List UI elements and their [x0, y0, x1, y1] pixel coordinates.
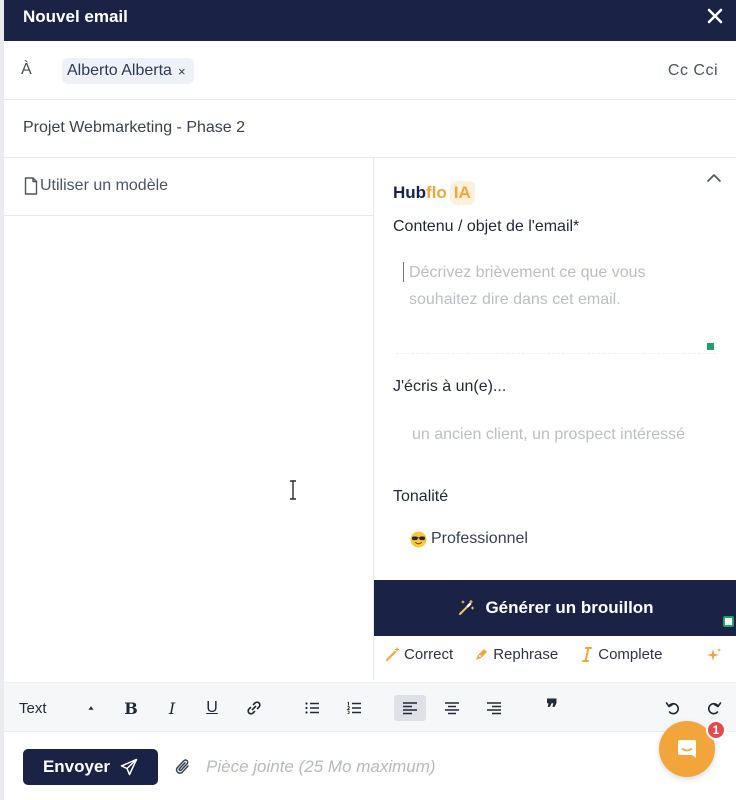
numbered-list-icon[interactable] — [343, 695, 365, 721]
remove-recipient-icon[interactable]: × — [178, 64, 186, 79]
compose-email-modal: Nouvel email À Alberto Alberta × Cc Cci … — [4, 0, 736, 800]
cc-cci-toggle[interactable]: Cc Cci — [668, 62, 718, 80]
generate-draft-button[interactable]: Générer un brouillon — [374, 580, 736, 636]
redo-icon[interactable] — [703, 695, 725, 721]
send-button[interactable]: Envoyer — [23, 749, 158, 785]
link-icon[interactable] — [243, 695, 265, 721]
correct-label: Correct — [404, 646, 454, 663]
recipient-type-label: J'écris à un(e)... — [393, 378, 507, 395]
subject-row[interactable]: Projet Webmarketing - Phase 2 — [4, 100, 736, 158]
tone-select[interactable]: Professionnel — [410, 530, 528, 548]
use-template-button[interactable]: Utiliser un modèle — [4, 158, 373, 216]
notification-badge: 1 — [706, 720, 726, 740]
hubflo-ia-logo: Hub flo IA — [393, 181, 475, 205]
ai-assistant-panel: Hub flo IA Contenu / objet de l'email* D… — [373, 158, 736, 680]
text-style-dropdown[interactable]: Text — [19, 695, 59, 721]
text-cursor-icon — [582, 647, 593, 662]
ai-quick-actions: Correct Rephrase Complete — [385, 646, 662, 663]
status-indicator — [723, 616, 734, 627]
content-placeholder: Décrivez brièvement ce que vous souhaite… — [409, 264, 646, 308]
blockquote-button[interactable]: ❞ — [541, 695, 563, 721]
subject-field[interactable]: Projet Webmarketing - Phase 2 — [23, 119, 245, 137]
complete-label: Complete — [598, 646, 663, 663]
caret-up-icon[interactable] — [84, 695, 98, 721]
tone-value: Professionnel — [431, 530, 528, 547]
recipient-chip-name: Alberto Alberta — [67, 62, 172, 79]
use-template-label: Utiliser un modèle — [40, 177, 169, 194]
logo-hub-text: Hub — [393, 183, 427, 202]
chat-bubble-icon — [678, 740, 696, 758]
text-caret — [403, 262, 404, 282]
textarea-resize-handle[interactable] — [707, 343, 714, 350]
complete-button[interactable]: Complete — [579, 646, 662, 663]
paper-plane-icon — [120, 758, 138, 776]
undo-icon[interactable] — [662, 695, 684, 721]
send-label: Envoyer — [42, 757, 111, 776]
to-label: À — [21, 61, 32, 78]
magic-wand-icon — [459, 599, 475, 615]
align-left-icon[interactable] — [394, 695, 426, 721]
editor-pane: Utiliser un modèle — [4, 158, 373, 680]
italic-button[interactable]: I — [161, 695, 183, 721]
align-center-icon[interactable] — [441, 695, 463, 721]
text-cursor-icon — [290, 480, 296, 500]
sparkle-icon[interactable] — [706, 647, 722, 663]
content-textarea[interactable]: Décrivez brièvement ce que vous souhaite… — [396, 250, 716, 354]
recipient-chip[interactable]: Alberto Alberta × — [62, 58, 194, 84]
content-label: Contenu / objet de l'email* — [393, 218, 580, 235]
formatting-toolbar: Text B I U ❞ — [4, 682, 736, 732]
email-body-editor[interactable] — [4, 216, 373, 680]
attachment-hint: Pièce jointe (25 Mo maximum) — [206, 757, 436, 776]
chevron-up-icon[interactable] — [706, 172, 722, 184]
paperclip-icon[interactable] — [174, 757, 192, 777]
modal-title: Nouvel email — [23, 7, 128, 26]
correct-button[interactable]: Correct — [385, 646, 453, 663]
recipient-type-input[interactable] — [396, 420, 716, 450]
logo-ia-badge: IA — [449, 181, 475, 205]
logo-flo-text: flo — [426, 183, 447, 202]
magic-wand-icon — [385, 647, 400, 662]
tone-label: Tonalité — [393, 488, 449, 505]
rephrase-label: Rephrase — [493, 646, 559, 663]
pen-nib-icon — [476, 649, 488, 660]
sunglasses-emoji-icon — [410, 531, 427, 547]
modal-header: Nouvel email — [4, 0, 736, 41]
close-icon[interactable] — [704, 5, 726, 27]
generate-draft-label: Générer un brouillon — [485, 598, 654, 617]
document-icon — [24, 177, 38, 195]
underline-button[interactable]: U — [201, 695, 223, 721]
bulleted-list-icon[interactable] — [301, 695, 323, 721]
compose-footer: Envoyer Pièce jointe (25 Mo maximum) — [4, 732, 736, 800]
align-right-icon[interactable] — [483, 695, 505, 721]
bold-button[interactable]: B — [120, 695, 142, 721]
recipients-row[interactable]: À Alberto Alberta × Cc Cci — [4, 41, 736, 100]
rephrase-button[interactable]: Rephrase — [474, 646, 558, 663]
